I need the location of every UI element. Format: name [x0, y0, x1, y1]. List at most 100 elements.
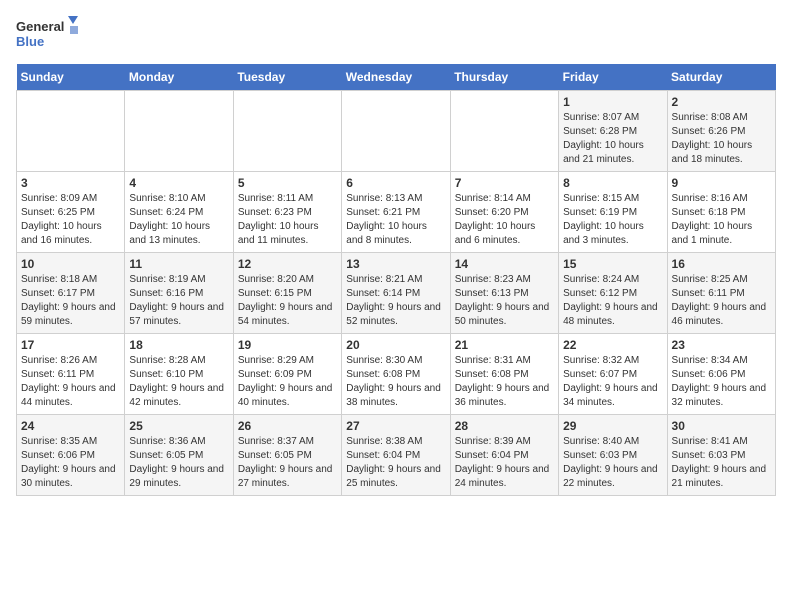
day-info: Sunrise: 8:18 AM Sunset: 6:17 PM Dayligh…: [21, 273, 120, 329]
day-number: 3: [21, 176, 120, 190]
calendar-week-5: 24Sunrise: 8:35 AM Sunset: 6:06 PM Dayli…: [17, 415, 776, 496]
day-info: Sunrise: 8:19 AM Sunset: 6:16 PM Dayligh…: [129, 273, 228, 329]
calendar-cell: 16Sunrise: 8:25 AM Sunset: 6:11 PM Dayli…: [667, 253, 775, 334]
calendar-cell: 26 Sunrise: 8:37 AM Sunset: 6:05 PM Dayli…: [233, 415, 341, 496]
day-number: 8: [563, 176, 662, 190]
calendar-cell: 3 Sunrise: 8:09 AM Sunset: 6:25 PM Daylig…: [17, 172, 125, 253]
calendar-cell: 7 Sunrise: 8:14 AM Sunset: 6:20 PM Daylig…: [450, 172, 558, 253]
day-info: Sunrise: 8:11 AM Sunset: 6:23 PM Dayligh…: [238, 192, 337, 248]
day-number: 19: [238, 338, 337, 352]
day-number: 14: [455, 257, 554, 271]
day-info: Sunrise: 8:07 AM Sunset: 6:28 PM Dayligh…: [563, 111, 662, 167]
calendar-week-4: 17 Sunrise: 8:26 AM Sunset: 6:11 PM Dayli…: [17, 334, 776, 415]
svg-text:General: General: [16, 19, 64, 34]
day-number: 28: [455, 419, 554, 433]
calendar-cell: 2 Sunrise: 8:08 AM Sunset: 6:26 PM Daylig…: [667, 91, 775, 172]
calendar-cell: [342, 91, 450, 172]
day-number: 9: [672, 176, 771, 190]
day-info: Sunrise: 8:28 AM Sunset: 6:10 PM Dayligh…: [129, 354, 228, 410]
calendar-cell: [450, 91, 558, 172]
day-number: 1: [563, 95, 662, 109]
calendar-cell: 1 Sunrise: 8:07 AM Sunset: 6:28 PM Daylig…: [559, 91, 667, 172]
calendar-cell: 15 Sunrise: 8:24 AM Sunset: 6:12 PM Dayli…: [559, 253, 667, 334]
calendar-cell: [125, 91, 233, 172]
calendar-cell: 30Sunrise: 8:41 AM Sunset: 6:03 PM Dayli…: [667, 415, 775, 496]
calendar-cell: 11Sunrise: 8:19 AM Sunset: 6:16 PM Dayli…: [125, 253, 233, 334]
day-info: Sunrise: 8:31 AM Sunset: 6:08 PM Dayligh…: [455, 354, 554, 410]
calendar-cell: 21 Sunrise: 8:31 AM Sunset: 6:08 PM Dayli…: [450, 334, 558, 415]
day-number: 2: [672, 95, 771, 109]
day-info: Sunrise: 8:29 AM Sunset: 6:09 PM Dayligh…: [238, 354, 337, 410]
calendar-cell: 25Sunrise: 8:36 AM Sunset: 6:05 PM Dayli…: [125, 415, 233, 496]
calendar-cell: 10 Sunrise: 8:18 AM Sunset: 6:17 PM Dayli…: [17, 253, 125, 334]
day-number: 27: [346, 419, 445, 433]
day-number: 15: [563, 257, 662, 271]
calendar-cell: 20 Sunrise: 8:30 AM Sunset: 6:08 PM Dayli…: [342, 334, 450, 415]
weekday-header-sunday: Sunday: [17, 64, 125, 91]
day-info: Sunrise: 8:32 AM Sunset: 6:07 PM Dayligh…: [563, 354, 662, 410]
day-number: 23: [672, 338, 771, 352]
calendar-body: 1 Sunrise: 8:07 AM Sunset: 6:28 PM Daylig…: [17, 91, 776, 496]
calendar-cell: 4 Sunrise: 8:10 AM Sunset: 6:24 PM Daylig…: [125, 172, 233, 253]
day-info: Sunrise: 8:24 AM Sunset: 6:12 PM Dayligh…: [563, 273, 662, 329]
day-number: 12: [238, 257, 337, 271]
calendar-cell: 5 Sunrise: 8:11 AM Sunset: 6:23 PM Daylig…: [233, 172, 341, 253]
day-info: Sunrise: 8:13 AM Sunset: 6:21 PM Dayligh…: [346, 192, 445, 248]
day-info: Sunrise: 8:37 AM Sunset: 6:05 PM Dayligh…: [238, 435, 337, 491]
weekday-header-thursday: Thursday: [450, 64, 558, 91]
day-info: Sunrise: 8:20 AM Sunset: 6:15 PM Dayligh…: [238, 273, 337, 329]
calendar-header: SundayMondayTuesdayWednesdayThursdayFrid…: [17, 64, 776, 91]
day-number: 10: [21, 257, 120, 271]
weekday-header-friday: Friday: [559, 64, 667, 91]
day-number: 24: [21, 419, 120, 433]
day-number: 4: [129, 176, 228, 190]
day-info: Sunrise: 8:30 AM Sunset: 6:08 PM Dayligh…: [346, 354, 445, 410]
day-info: Sunrise: 8:15 AM Sunset: 6:19 PM Dayligh…: [563, 192, 662, 248]
calendar-cell: 17 Sunrise: 8:26 AM Sunset: 6:11 PM Dayli…: [17, 334, 125, 415]
day-info: Sunrise: 8:23 AM Sunset: 6:13 PM Dayligh…: [455, 273, 554, 329]
svg-text:Blue: Blue: [16, 34, 44, 49]
day-info: Sunrise: 8:14 AM Sunset: 6:20 PM Dayligh…: [455, 192, 554, 248]
day-info: Sunrise: 8:26 AM Sunset: 6:11 PM Dayligh…: [21, 354, 120, 410]
day-number: 26: [238, 419, 337, 433]
day-info: Sunrise: 8:36 AM Sunset: 6:05 PM Dayligh…: [129, 435, 228, 491]
logo: General Blue: [16, 16, 86, 56]
day-info: Sunrise: 8:25 AM Sunset: 6:11 PM Dayligh…: [672, 273, 771, 329]
day-number: 13: [346, 257, 445, 271]
day-info: Sunrise: 8:08 AM Sunset: 6:26 PM Dayligh…: [672, 111, 771, 167]
calendar-week-2: 3 Sunrise: 8:09 AM Sunset: 6:25 PM Daylig…: [17, 172, 776, 253]
calendar-cell: 24Sunrise: 8:35 AM Sunset: 6:06 PM Dayli…: [17, 415, 125, 496]
calendar-cell: 19 Sunrise: 8:29 AM Sunset: 6:09 PM Dayli…: [233, 334, 341, 415]
day-number: 21: [455, 338, 554, 352]
calendar-cell: 14 Sunrise: 8:23 AM Sunset: 6:13 PM Dayli…: [450, 253, 558, 334]
logo-svg: General Blue: [16, 16, 86, 56]
day-info: Sunrise: 8:34 AM Sunset: 6:06 PM Dayligh…: [672, 354, 771, 410]
day-number: 20: [346, 338, 445, 352]
day-info: Sunrise: 8:21 AM Sunset: 6:14 PM Dayligh…: [346, 273, 445, 329]
calendar-cell: 29 Sunrise: 8:40 AM Sunset: 6:03 PM Dayli…: [559, 415, 667, 496]
calendar-cell: 27 Sunrise: 8:38 AM Sunset: 6:04 PM Dayli…: [342, 415, 450, 496]
calendar-cell: [17, 91, 125, 172]
weekday-header-tuesday: Tuesday: [233, 64, 341, 91]
day-info: Sunrise: 8:16 AM Sunset: 6:18 PM Dayligh…: [672, 192, 771, 248]
calendar-week-1: 1 Sunrise: 8:07 AM Sunset: 6:28 PM Daylig…: [17, 91, 776, 172]
weekday-header-monday: Monday: [125, 64, 233, 91]
calendar-cell: 12 Sunrise: 8:20 AM Sunset: 6:15 PM Dayli…: [233, 253, 341, 334]
day-info: Sunrise: 8:38 AM Sunset: 6:04 PM Dayligh…: [346, 435, 445, 491]
weekday-header-saturday: Saturday: [667, 64, 775, 91]
day-number: 18: [129, 338, 228, 352]
day-info: Sunrise: 8:10 AM Sunset: 6:24 PM Dayligh…: [129, 192, 228, 248]
day-number: 5: [238, 176, 337, 190]
weekday-header-wednesday: Wednesday: [342, 64, 450, 91]
day-info: Sunrise: 8:39 AM Sunset: 6:04 PM Dayligh…: [455, 435, 554, 491]
calendar-cell: 9 Sunrise: 8:16 AM Sunset: 6:18 PM Daylig…: [667, 172, 775, 253]
day-number: 30: [672, 419, 771, 433]
day-number: 7: [455, 176, 554, 190]
calendar-cell: 22Sunrise: 8:32 AM Sunset: 6:07 PM Dayli…: [559, 334, 667, 415]
day-number: 6: [346, 176, 445, 190]
day-info: Sunrise: 8:09 AM Sunset: 6:25 PM Dayligh…: [21, 192, 120, 248]
calendar-cell: 8 Sunrise: 8:15 AM Sunset: 6:19 PM Daylig…: [559, 172, 667, 253]
day-number: 29: [563, 419, 662, 433]
day-info: Sunrise: 8:40 AM Sunset: 6:03 PM Dayligh…: [563, 435, 662, 491]
day-number: 17: [21, 338, 120, 352]
